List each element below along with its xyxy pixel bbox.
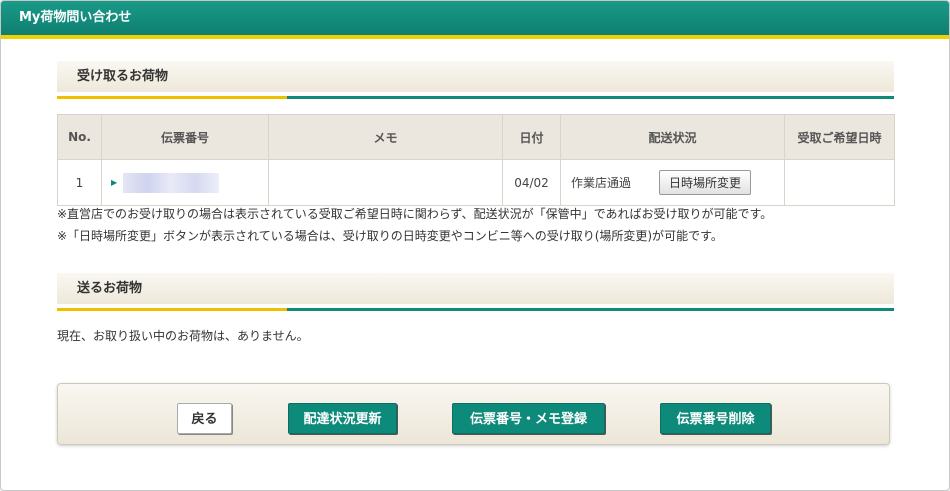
redacted-tracking-number[interactable] [123,172,220,193]
receive-table: No. 伝票番号 メモ 日付 配送状況 受取ご希望日時 1 ▶ 04/02 作業… [57,114,895,206]
row-status: 作業店通過 [571,176,632,190]
refresh-status-button[interactable]: 配達状況更新 [288,403,397,434]
send-section-divider [57,308,894,311]
row-memo [268,159,503,206]
row-date: 04/02 [502,159,561,206]
tracking-number-link[interactable]: ▶ [101,159,269,206]
delete-tracking-button[interactable]: 伝票番号削除 [660,403,771,434]
column-header-status: 配送状況 [560,114,785,160]
row-no: 1 [57,159,102,206]
column-header-memo: メモ [268,114,503,160]
column-header-desired-time: 受取ご希望日時 [784,114,895,160]
send-empty-message: 現在、お取り扱い中のお荷物は、ありません。 [57,329,309,343]
receive-note-2: ※「日時場所変更」ボタンが表示されている場合は、受け取りの日時変更やコンビニ等へ… [57,229,723,243]
row-status-cell: 作業店通過 日時場所変更 [560,159,785,206]
back-button[interactable]: 戻る [177,403,232,434]
page-title: My荷物問い合わせ [1,1,949,39]
action-panel: 戻る 配達状況更新 伝票番号・メモ登録 伝票番号削除 [57,383,890,445]
receive-section-divider [57,96,894,99]
send-section-heading: 送るお荷物 [57,273,894,304]
row-desired-time [784,159,895,206]
table-header-row: No. 伝票番号 メモ 日付 配送状況 受取ご希望日時 [57,114,895,160]
main-window: My荷物問い合わせ 受け取るお荷物 No. 伝票番号 メモ 日付 配送状況 受取… [0,0,950,491]
arrow-right-icon: ▶ [111,178,118,187]
table-row: 1 ▶ 04/02 作業店通過 日時場所変更 [57,159,895,206]
change-date-place-button[interactable]: 日時場所変更 [659,170,752,195]
receive-section-heading: 受け取るお荷物 [57,61,894,92]
column-header-no: No. [57,114,102,160]
receive-note-1: ※直営店でのお受け取りの場合は表示されている受取ご希望日時に関わらず、配送状況が… [57,207,773,221]
column-header-date: 日付 [502,114,561,160]
column-header-tracking: 伝票番号 [101,114,269,160]
register-tracking-memo-button[interactable]: 伝票番号・メモ登録 [452,403,605,434]
